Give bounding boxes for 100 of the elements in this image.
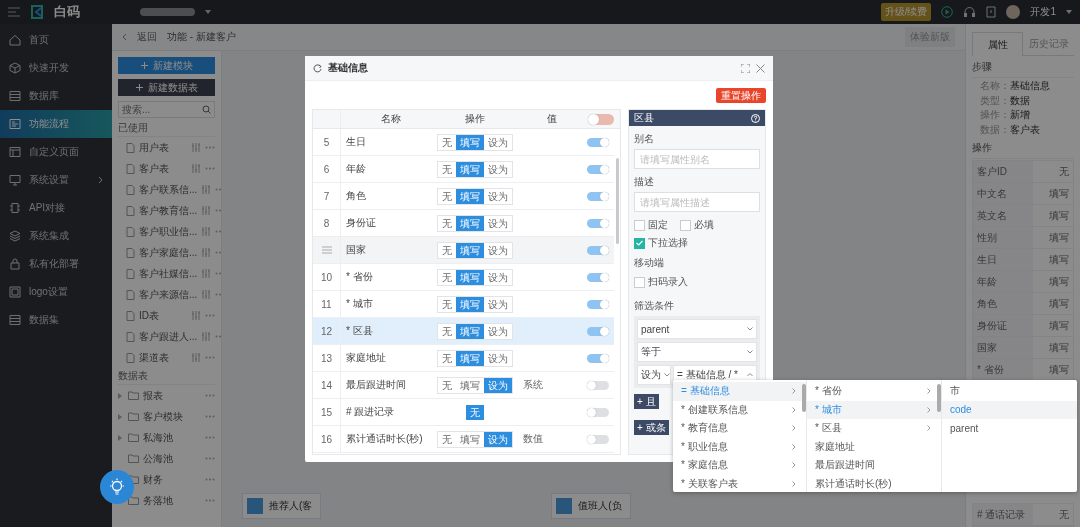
segment-option[interactable]: 填写 [456, 242, 484, 258]
new-button[interactable]: 新建数据表 [118, 79, 215, 96]
sliders-icon[interactable] [201, 269, 212, 278]
book-icon[interactable] [986, 6, 997, 18]
toggle-switch[interactable] [586, 434, 609, 444]
toggle-switch[interactable] [586, 326, 609, 336]
segment-option[interactable]: 填写 [456, 188, 484, 204]
sliders-icon[interactable] [201, 227, 212, 236]
table-row[interactable]: 7 角色 无 填写 设为 [313, 183, 614, 210]
table-name[interactable]: 客户联系信... [139, 182, 198, 197]
segment-option[interactable]: 设为 [484, 377, 512, 393]
sidebar-item[interactable]: API对接 [0, 194, 112, 222]
table-row[interactable]: 6 年龄 无 填写 设为 [313, 156, 614, 183]
sidebar-item[interactable]: 私有化部署 [0, 250, 112, 278]
fullscreen-icon[interactable] [741, 63, 750, 73]
table-row[interactable]: 12 * 区县 无 填写 设为 [313, 318, 614, 345]
dropdown[interactable]: 设为 [637, 365, 671, 385]
sidebar-item[interactable]: 首页 [0, 26, 112, 54]
toggle-switch[interactable] [586, 407, 609, 417]
expand-arrow-icon[interactable] [118, 392, 122, 399]
headset-icon[interactable] [963, 6, 977, 18]
folder-name[interactable]: 报表 [143, 388, 201, 403]
table-name[interactable]: 渠道表 [139, 350, 187, 365]
reset-button[interactable]: 重置操作 [716, 88, 766, 103]
folder-name[interactable]: 公海池 [143, 451, 201, 466]
table-name[interactable]: 客户家庭信... [139, 245, 198, 260]
table-name[interactable]: 客户职业信... [139, 224, 198, 239]
sidebar-item[interactable]: 系统设置 [0, 166, 112, 194]
sidebar-item[interactable]: 系统集成 [0, 222, 112, 250]
segment-option[interactable]: 填写 [456, 134, 484, 150]
more-icon[interactable] [205, 436, 215, 439]
more-icon[interactable] [205, 146, 215, 149]
menu-item[interactable]: * 职业信息 [673, 437, 806, 456]
segment-option[interactable]: 填写 [456, 296, 484, 312]
sidebar-item[interactable]: 功能流程 [0, 110, 112, 138]
add-condition-button[interactable]: + 或条 [634, 420, 669, 435]
table-name[interactable]: 客户社媒信... [139, 266, 198, 281]
table-row[interactable]: 5 生日 无 填写 设为 [313, 129, 614, 156]
menu-item[interactable]: * 教育信息 [673, 419, 806, 438]
table-row[interactable]: 16 累计通话时长(秒) 无 填写 设为 数值 [313, 426, 614, 453]
table-name[interactable]: 客户教育信... [139, 203, 198, 218]
sidebar-item[interactable]: logo设置 [0, 278, 112, 306]
expand-arrow-icon[interactable] [118, 413, 122, 420]
menu-item[interactable]: * 城市 [807, 400, 941, 419]
close-icon[interactable] [756, 63, 765, 73]
sidebar-item[interactable]: 数据集 [0, 306, 112, 334]
tab[interactable]: 属性 [972, 32, 1023, 56]
menu-item[interactable]: parent [942, 419, 1077, 438]
table-name[interactable]: 客户跟进人... [139, 329, 198, 344]
table-row[interactable]: 15 # 跟进记录 无 [313, 399, 614, 426]
more-icon[interactable] [205, 478, 215, 481]
more-icon[interactable] [205, 499, 215, 502]
back-link[interactable]: 返回 [137, 30, 157, 44]
segment-option[interactable]: 填写 [456, 350, 484, 366]
sliders-icon[interactable] [201, 206, 212, 215]
drag-handle-icon[interactable] [321, 246, 332, 254]
search-field[interactable]: 搜索... [118, 101, 215, 118]
refresh-icon[interactable] [313, 63, 322, 73]
menu-item[interactable]: 累计通话时长(秒) [807, 474, 941, 492]
menu-icon[interactable] [8, 7, 20, 17]
table-row[interactable]: 国家 无 填写 设为 [313, 237, 614, 264]
table-name[interactable]: 用户表 [139, 140, 187, 155]
menu-item[interactable]: * 关联客户表 [673, 474, 806, 492]
checkbox[interactable] [634, 219, 645, 231]
table-row[interactable]: 10 * 省份 无 填写 设为 [313, 264, 614, 291]
segment-option[interactable]: 填写 [456, 323, 484, 339]
segment-option[interactable]: 填写 [456, 269, 484, 285]
table-name[interactable]: ID表 [139, 308, 187, 323]
avatar[interactable] [1006, 5, 1021, 19]
more-icon[interactable] [205, 356, 215, 359]
expand-arrow-icon[interactable] [118, 434, 122, 441]
toggle-switch[interactable] [586, 218, 609, 228]
caret-icon[interactable] [205, 10, 211, 14]
sliders-icon[interactable] [191, 311, 201, 320]
table-row[interactable]: 14 最后跟进时间 无 填写 设为 系统 [313, 372, 614, 399]
folder-name[interactable]: 私海池 [143, 430, 201, 445]
sliders-icon[interactable] [201, 248, 212, 257]
help-icon[interactable] [751, 113, 760, 123]
more-icon[interactable] [205, 314, 215, 317]
menu-item[interactable]: 家庭地址 [807, 437, 941, 456]
segment-option[interactable]: 填写 [456, 215, 484, 231]
folder-name[interactable]: 财务 [143, 472, 201, 487]
toggle-switch[interactable] [586, 191, 609, 201]
segment-option[interactable]: 填写 [456, 161, 484, 177]
toggle-switch[interactable] [586, 245, 609, 255]
toggle-switch[interactable] [586, 137, 609, 147]
menu-item[interactable]: 最后跟进时间 [807, 456, 941, 475]
menu-item[interactable]: * 省份 [807, 382, 941, 401]
sliders-icon[interactable] [191, 164, 201, 173]
segment-option[interactable]: 设为 [484, 431, 512, 447]
dropdown[interactable]: 等于 [637, 342, 757, 362]
toggle-switch[interactable] [586, 164, 609, 174]
checkbox[interactable] [634, 237, 645, 249]
sliders-icon[interactable] [191, 353, 201, 362]
scrollbar[interactable] [802, 384, 806, 412]
sidebar-item[interactable]: 数据库 [0, 82, 112, 110]
more-icon[interactable] [205, 457, 215, 460]
table-name[interactable]: 客户表 [139, 161, 187, 176]
folder-name[interactable]: 务落地 [143, 493, 201, 508]
menu-item[interactable]: = 基础信息 [673, 382, 806, 401]
